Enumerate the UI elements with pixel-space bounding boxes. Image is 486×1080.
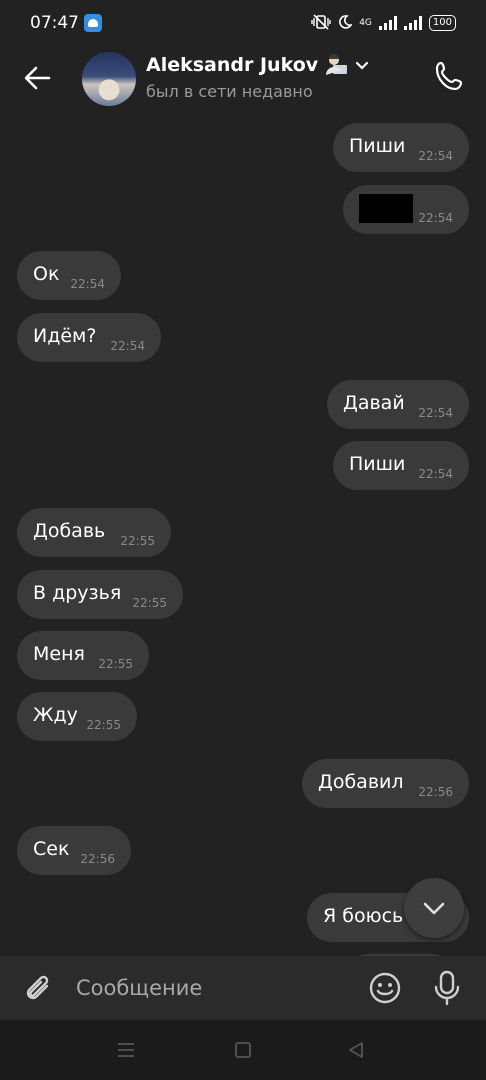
message-text: Сек bbox=[33, 838, 70, 860]
battery-icon: 100 bbox=[428, 15, 456, 31]
signal-icon bbox=[378, 16, 397, 30]
message-time: 22:54 bbox=[418, 467, 453, 481]
message-time: 22:55 bbox=[120, 534, 155, 548]
phone-icon[interactable] bbox=[432, 58, 468, 94]
recents-menu-icon[interactable] bbox=[116, 1042, 136, 1058]
message-time: 22:54 bbox=[418, 406, 453, 420]
technologist-emoji-icon bbox=[326, 54, 348, 75]
message-bubble[interactable]: В друзья 22:55 bbox=[17, 570, 183, 619]
vibrate-mute-icon bbox=[311, 13, 331, 33]
message-bubble[interactable]: Сек 22:56 bbox=[17, 826, 131, 875]
contact-status: был в сети недавно bbox=[146, 82, 313, 101]
message-text: Я боюсь bbox=[323, 905, 404, 927]
message-time: 22:54 bbox=[110, 339, 145, 353]
moon-icon bbox=[338, 14, 353, 32]
redacted-content bbox=[359, 194, 413, 223]
message-bubble[interactable]: Идём? 22:54 bbox=[17, 313, 161, 362]
message-composer bbox=[0, 956, 486, 1020]
chat-header: Aleksandr Jukov был в сети недавно bbox=[0, 46, 486, 114]
message-input[interactable] bbox=[76, 968, 346, 1008]
message-time: 22:55 bbox=[98, 657, 133, 671]
message-bubble[interactable]: Меня 22:55 bbox=[17, 631, 149, 680]
message-text: Идём? bbox=[33, 325, 97, 347]
microphone-icon[interactable] bbox=[432, 970, 462, 1006]
message-time: 22:56 bbox=[80, 852, 115, 866]
message-text: В друзья bbox=[33, 582, 122, 604]
back-triangle-icon[interactable] bbox=[346, 1040, 366, 1060]
network-type: 4G bbox=[359, 18, 372, 28]
message-time: 22:55 bbox=[132, 596, 167, 610]
message-text: Жду bbox=[33, 704, 78, 726]
signal-icon-2 bbox=[403, 16, 422, 30]
message-bubble[interactable]: Жду 22:55 bbox=[17, 692, 137, 741]
message-text: Добавь bbox=[33, 520, 106, 542]
message-text: Меня bbox=[33, 643, 85, 665]
message-bubble[interactable]: Пиши 22:54 bbox=[333, 123, 469, 172]
avatar[interactable] bbox=[82, 52, 136, 106]
chevron-down-icon[interactable] bbox=[354, 57, 370, 73]
chevron-down-icon bbox=[423, 902, 445, 915]
app-notification-icon bbox=[84, 14, 102, 32]
message-text: Давай bbox=[343, 392, 405, 414]
message-list[interactable]: Пиши 22:54 22:54 Ок 22:54 Идём? 22:54 Да… bbox=[0, 114, 486, 956]
message-time: 22:56 bbox=[418, 785, 453, 799]
message-bubble[interactable]: Ок 22:54 bbox=[17, 251, 121, 300]
smiley-icon[interactable] bbox=[368, 971, 402, 1005]
message-bubble[interactable]: 22:54 bbox=[343, 185, 469, 234]
paperclip-icon[interactable] bbox=[22, 971, 56, 1005]
message-text: Ок bbox=[33, 263, 60, 285]
message-time: 22:55 bbox=[86, 718, 121, 732]
contact-name: Aleksandr Jukov bbox=[146, 54, 319, 76]
message-bubble[interactable]: Давай 22:54 bbox=[327, 380, 469, 429]
status-icons: 4G 100 bbox=[311, 12, 456, 34]
message-time: 22:54 bbox=[418, 149, 453, 163]
home-square-icon[interactable] bbox=[234, 1041, 252, 1059]
contact-name-row[interactable]: Aleksandr Jukov bbox=[146, 54, 370, 76]
back-arrow-icon[interactable] bbox=[20, 60, 56, 96]
system-nav-bar bbox=[0, 1020, 486, 1080]
message-text: Пиши bbox=[349, 135, 406, 157]
scroll-down-button[interactable] bbox=[404, 878, 464, 938]
message-bubble[interactable]: Пиши 22:54 bbox=[333, 441, 469, 490]
message-time: 22:54 bbox=[418, 211, 453, 225]
message-bubble[interactable]: Добавь 22:55 bbox=[17, 508, 171, 557]
message-bubble[interactable]: Добавил 22:56 bbox=[302, 759, 469, 808]
status-time: 07:47 bbox=[30, 13, 79, 33]
message-time: 22:54 bbox=[70, 277, 105, 291]
status-bar: 07:47 4G 100 bbox=[0, 0, 486, 46]
message-text: Пиши bbox=[349, 453, 406, 475]
message-text: Добавил bbox=[318, 771, 404, 793]
